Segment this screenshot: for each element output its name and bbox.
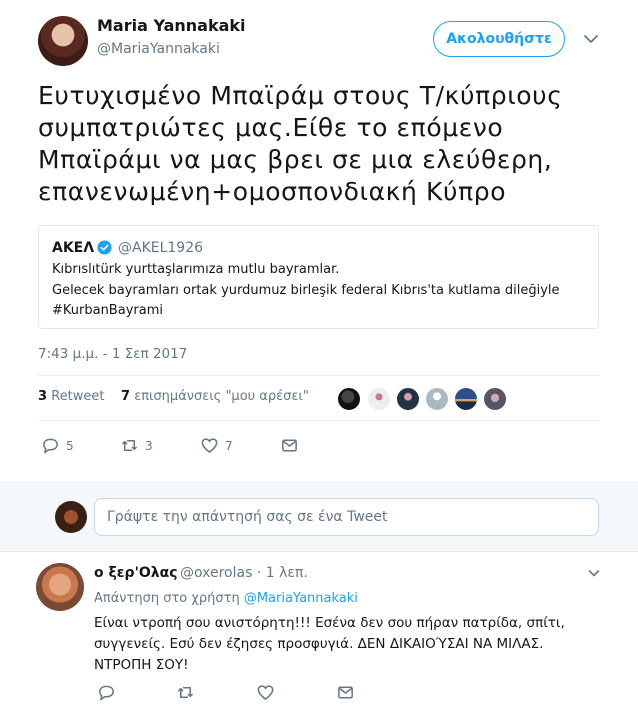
retweet-label-stat[interactable]: Retweet	[51, 389, 104, 404]
verified-badge-icon	[97, 240, 112, 255]
reply-composer: Γράψτε την απάντησή σας σε ένα Tweet	[0, 484, 638, 552]
reply-author-handle[interactable]: @oxerolas · 1 λεπ.	[180, 565, 308, 581]
reply-text-line: συγγενείς. Εσύ δεν έζησες προσφυγιά. ΔΕΝ…	[94, 636, 544, 652]
reply-author-avatar[interactable]	[36, 563, 84, 611]
reply-input[interactable]: Γράψτε την απάντησή σας σε ένα Tweet	[94, 498, 599, 536]
retweet-count: 3	[145, 438, 153, 453]
like-count: 7	[225, 438, 233, 453]
like-count-stat[interactable]: 7	[121, 389, 130, 404]
reply-message-action[interactable]	[336, 683, 355, 702]
retweet-count-stat[interactable]: 3	[38, 389, 47, 404]
quoted-tweet[interactable]: ΑΚΕΛ @AKEL1926 Kıbrıslıtürk yurttaşlarım…	[38, 225, 599, 329]
tweet-text-line: επανενωμένη+ομοσπονδιακή Κύπρο	[38, 177, 507, 206]
reply-text-line: Είναι ντροπή σου ανιστόρητη!!! Εσένα δεν…	[94, 615, 565, 631]
chevron-down-icon[interactable]	[586, 565, 602, 581]
tweet-text: Ευτυχισμένο Μπαϊράμ στους Τ/κύπριους συμ…	[38, 80, 628, 208]
reply-action[interactable]: 5	[41, 436, 74, 455]
heart-icon	[201, 438, 218, 453]
reply-count: 5	[66, 438, 74, 453]
envelope-icon	[282, 439, 297, 452]
reply-context: Απάντηση στο χρήστη @MariaYannakaki	[94, 591, 358, 606]
liker-avatar[interactable]	[483, 387, 507, 411]
reply-text: Είναι ντροπή σου ανιστόρητη!!! Εσένα δεν…	[94, 613, 614, 676]
reply-icon	[99, 685, 114, 701]
divider	[38, 375, 599, 376]
like-action[interactable]: 7	[200, 436, 233, 455]
tweet-timestamp[interactable]: 7:43 μ.μ. - 1 Σεπ 2017	[38, 346, 187, 362]
tweet-stats: 3 Retweet 7 επισημάνσεις "μου αρέσει"	[38, 389, 309, 404]
quoted-text-line: Gelecek bayramları ortak yurdumuz birleş…	[52, 283, 560, 298]
follow-button[interactable]: Ακολουθήστε	[433, 21, 565, 57]
reply-to-handle-link[interactable]: @MariaYannakaki	[244, 591, 358, 606]
liker-avatar[interactable]	[337, 387, 361, 411]
author-avatar[interactable]	[38, 16, 88, 66]
reply-tweet[interactable]: ο ξερ'Ολας @oxerolas · 1 λεπ. Απάντηση σ…	[0, 553, 638, 708]
chevron-down-icon[interactable]	[580, 28, 602, 50]
quoted-author-handle: @AKEL1926	[118, 240, 204, 256]
heart-icon	[257, 685, 274, 700]
liker-avatar[interactable]	[396, 387, 420, 411]
tweet-text-line: Ευτυχισμένο Μπαϊράμ στους Τ/κύπριους	[38, 81, 563, 110]
tweet-text-line: Μπαϊράμι να μας βρει σε μια ελεύθερη,	[38, 145, 553, 174]
reply-reply-action[interactable]	[97, 683, 116, 702]
retweet-icon	[122, 439, 137, 452]
liker-avatar[interactable]	[425, 387, 449, 411]
main-tweet: Maria Yannakaki @MariaYannakaki Ακολουθή…	[0, 0, 638, 483]
reply-author-name[interactable]: ο ξερ'Ολας	[94, 565, 178, 581]
author-handle[interactable]: @MariaYannakaki	[97, 41, 220, 57]
liker-avatar[interactable]	[454, 387, 478, 411]
quoted-author-name: ΑΚΕΛ	[52, 240, 95, 256]
quoted-hashtag[interactable]: #KurbanBayrami	[52, 303, 163, 318]
message-action[interactable]	[280, 436, 299, 455]
reply-retweet-action[interactable]	[176, 683, 195, 702]
reply-icon	[43, 438, 58, 454]
tweet-text-line: συμπατριώτες μας.Είθε το επόμενο	[38, 113, 504, 142]
divider	[38, 420, 599, 421]
reply-text-line: ΝΤΡΟΠΗ ΣΟΥ!	[94, 657, 189, 673]
reply-like-action[interactable]	[256, 683, 275, 702]
quoted-text-line: Kıbrıslıtürk yurttaşlarımıza mutlu bayra…	[52, 262, 340, 277]
current-user-avatar[interactable]	[55, 501, 87, 533]
retweet-icon	[178, 686, 193, 699]
like-label-stat[interactable]: επισημάνσεις "μου αρέσει"	[134, 389, 309, 404]
author-name[interactable]: Maria Yannakaki	[97, 16, 246, 35]
envelope-icon	[338, 686, 353, 699]
reply-to-prefix: Απάντηση στο χρήστη	[94, 591, 240, 606]
liker-avatar[interactable]	[367, 387, 391, 411]
retweet-action[interactable]: 3	[120, 436, 153, 455]
